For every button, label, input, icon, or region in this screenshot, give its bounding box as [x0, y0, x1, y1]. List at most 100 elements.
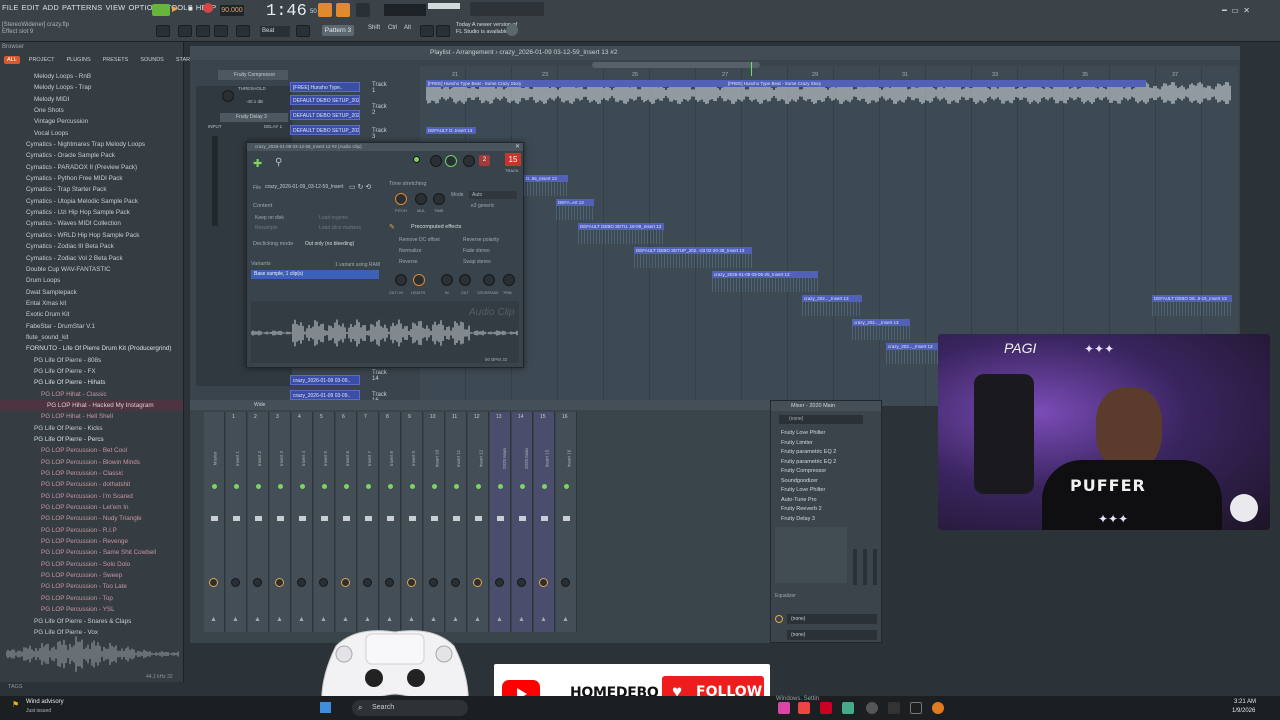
browser-item[interactable]: Melody Loops - RnB — [0, 71, 183, 82]
browser-item[interactable]: PG Life Of Pierre - Hihats — [0, 377, 183, 388]
route-arrow-icon[interactable]: ▲ — [342, 616, 349, 623]
stop-icon[interactable]: ■ — [188, 4, 193, 13]
taskbar-search[interactable]: ⌕ Search — [352, 700, 468, 716]
menu-view[interactable]: VIEW — [105, 3, 125, 15]
insert-fader[interactable] — [277, 516, 284, 521]
channel-led[interactable] — [413, 156, 420, 163]
fx-fade-stereo[interactable]: Fade stereo — [463, 248, 490, 254]
insert-pan-knob[interactable] — [517, 578, 526, 587]
browser-item[interactable]: FabeStar - DrumStar V.1 — [0, 321, 183, 332]
picker-clip[interactable]: [FREE] Hunxho Type.. — [290, 82, 360, 92]
mixer-insert-strip[interactable]: 6 Insert 6 ▲ — [336, 412, 357, 632]
mixer-preset-select[interactable]: (none) — [779, 415, 863, 424]
clip-waveform-strip[interactable] — [524, 182, 568, 196]
browser-item[interactable]: PG LOP Percussion - Top — [0, 593, 183, 604]
output-select-1[interactable]: (none) — [787, 614, 877, 624]
browser-item[interactable]: PG LOP Percussion - Revenge — [0, 536, 183, 547]
insert-pan-knob[interactable] — [231, 578, 240, 587]
lock-icon[interactable] — [132, 27, 142, 37]
app-icon-7[interactable] — [910, 702, 922, 714]
route-arrow-icon[interactable]: ▲ — [540, 616, 547, 623]
route-arrow-icon[interactable]: ▲ — [474, 616, 481, 623]
load-slice-markers[interactable]: Load slice markers — [319, 225, 361, 231]
insert-fader[interactable] — [299, 516, 306, 521]
browser-item[interactable]: PG Life Of Pierre - FX — [0, 366, 183, 377]
track-header[interactable]: Track 2 — [372, 104, 387, 116]
undo-icon[interactable] — [178, 25, 192, 37]
browser-item[interactable]: PG LOP Percussion - Too Late — [0, 581, 183, 592]
fx-normalize[interactable]: Normalize — [399, 248, 422, 254]
browser-item[interactable]: One Shots — [0, 105, 183, 116]
fx-slot[interactable]: Fruity parametric EQ 2 — [771, 448, 881, 458]
trim-knob[interactable] — [503, 274, 515, 286]
playlist-clip[interactable]: DEFAULT DEBO SETUP_202..-03 02-20-38_Ins… — [634, 247, 752, 254]
pitch-knob[interactable] — [463, 155, 475, 167]
eq-slider-2[interactable] — [863, 549, 867, 585]
browser-item[interactable]: Dwat Samplepack — [0, 287, 183, 298]
app-icon-fl[interactable] — [932, 702, 944, 714]
insert-fader[interactable] — [497, 516, 504, 521]
wrench-icon[interactable]: ⚲ — [275, 157, 282, 168]
browser-item[interactable]: Cymatics - Python Free MIDI Pack — [0, 173, 183, 184]
browser-item[interactable]: PG LOP Percussion - R.I.P — [0, 525, 183, 536]
clip-waveform-strip[interactable] — [852, 326, 910, 340]
clip-waveform-strip[interactable] — [634, 254, 752, 268]
mixer-insert-strip[interactable]: 4 Insert 4 ▲ — [292, 412, 313, 632]
playlist-clip[interactable]: crazy_202..._Insert 13 — [802, 295, 862, 302]
in-out-knob[interactable] — [395, 274, 407, 286]
route-arrow-icon[interactable]: ▲ — [210, 616, 217, 623]
tab-all[interactable]: ALL — [4, 56, 20, 64]
browser-item[interactable]: PG LOP Percussion - YSL — [0, 604, 183, 615]
mixer-insert-strip[interactable]: 9 Insert 9 ▲ — [402, 412, 423, 632]
taskbar-time[interactable]: 3:21 AM — [1234, 699, 1256, 705]
route-arrow-icon[interactable]: ▲ — [298, 616, 305, 623]
tab-presets[interactable]: PRESETS — [100, 56, 132, 64]
track-header[interactable]: Track 3 — [372, 128, 387, 140]
insert-fader[interactable] — [541, 516, 548, 521]
browser-item[interactable]: PG LOP Percussion - dothatshit — [0, 479, 183, 490]
compressor-window-title[interactable]: Fruity Compressor — [218, 70, 288, 80]
clip-waveform-strip[interactable] — [886, 350, 942, 364]
play-icon[interactable]: ▶ — [172, 4, 178, 13]
browser-item[interactable]: Cymatics - Zodiac III Beta Pack — [0, 241, 183, 252]
insert-pan-knob[interactable] — [341, 578, 350, 587]
keep-on-disk[interactable]: Keep on disk — [255, 215, 284, 221]
mixer-insert-strip[interactable]: 8 Insert 8 ▲ — [380, 412, 401, 632]
sample-preview-waveform[interactable] — [6, 632, 180, 676]
fx-reverse[interactable]: Reverse — [399, 259, 418, 265]
folder-icon[interactable]: ▭ ↻ ⟲ — [349, 183, 371, 191]
browser-item[interactable]: Exotic Drum Kit — [0, 309, 183, 320]
fx-slot[interactable]: Fruity Love Philter — [771, 429, 881, 439]
insert-pan-knob[interactable] — [473, 578, 482, 587]
insert-pan-knob[interactable] — [561, 578, 570, 587]
stretch-time-knob[interactable] — [433, 193, 445, 205]
playlist-clip[interactable]: DEFA..ert 13 — [556, 199, 594, 206]
browser-item[interactable]: Melody MIDI — [0, 94, 183, 105]
browser-item[interactable]: PG LOP Hihat - Hell Shell — [0, 411, 183, 422]
insert-fader[interactable] — [453, 516, 460, 521]
browser-item[interactable]: Drum Loops — [0, 275, 183, 286]
browser-item[interactable]: PG LOP Percussion - Sweep — [0, 570, 183, 581]
browser-item[interactable]: PG Life Of Pierre - Percs — [0, 434, 183, 445]
browser-item[interactable]: Cymatics - Trap Starter Pack — [0, 184, 183, 195]
playlist-clip[interactable]: DEFAULT DEBO SE..8-15_Insert 13 — [1152, 295, 1232, 302]
insert-enable-led[interactable] — [388, 484, 393, 489]
insert-pan-knob[interactable] — [385, 578, 394, 587]
route-arrow-icon[interactable]: ▲ — [320, 616, 327, 623]
threshold-knob[interactable] — [222, 90, 234, 102]
render-icon[interactable] — [214, 25, 228, 37]
insert-enable-led[interactable] — [300, 484, 305, 489]
mixer-wide-label[interactable]: Wide — [254, 402, 265, 408]
fx-swap-stereo[interactable]: Swap stereo — [463, 259, 491, 265]
mixer-insert-strip[interactable]: 16 Insert 16 ▲ — [556, 412, 577, 632]
mixer-insert-strip[interactable]: 2 Insert 2 ▲ — [248, 412, 269, 632]
mixer-insert-strip[interactable]: 7 Insert 7 ▲ — [358, 412, 379, 632]
tags-label[interactable]: TAGS — [8, 684, 23, 690]
windows-start-icon[interactable] — [320, 702, 331, 713]
route-arrow-icon[interactable]: ▲ — [254, 616, 261, 623]
input-fader[interactable] — [212, 136, 218, 226]
declicking-select[interactable]: Out only (no bleeding) — [305, 241, 354, 247]
browser-item[interactable]: PG LOP Hihat - Hacked My Instagram — [0, 399, 183, 412]
variant-item[interactable]: Base sample, 1 clip(s) — [251, 270, 379, 279]
mixer-insert-strip[interactable]: 15 Insert 15 ▲ — [534, 412, 555, 632]
